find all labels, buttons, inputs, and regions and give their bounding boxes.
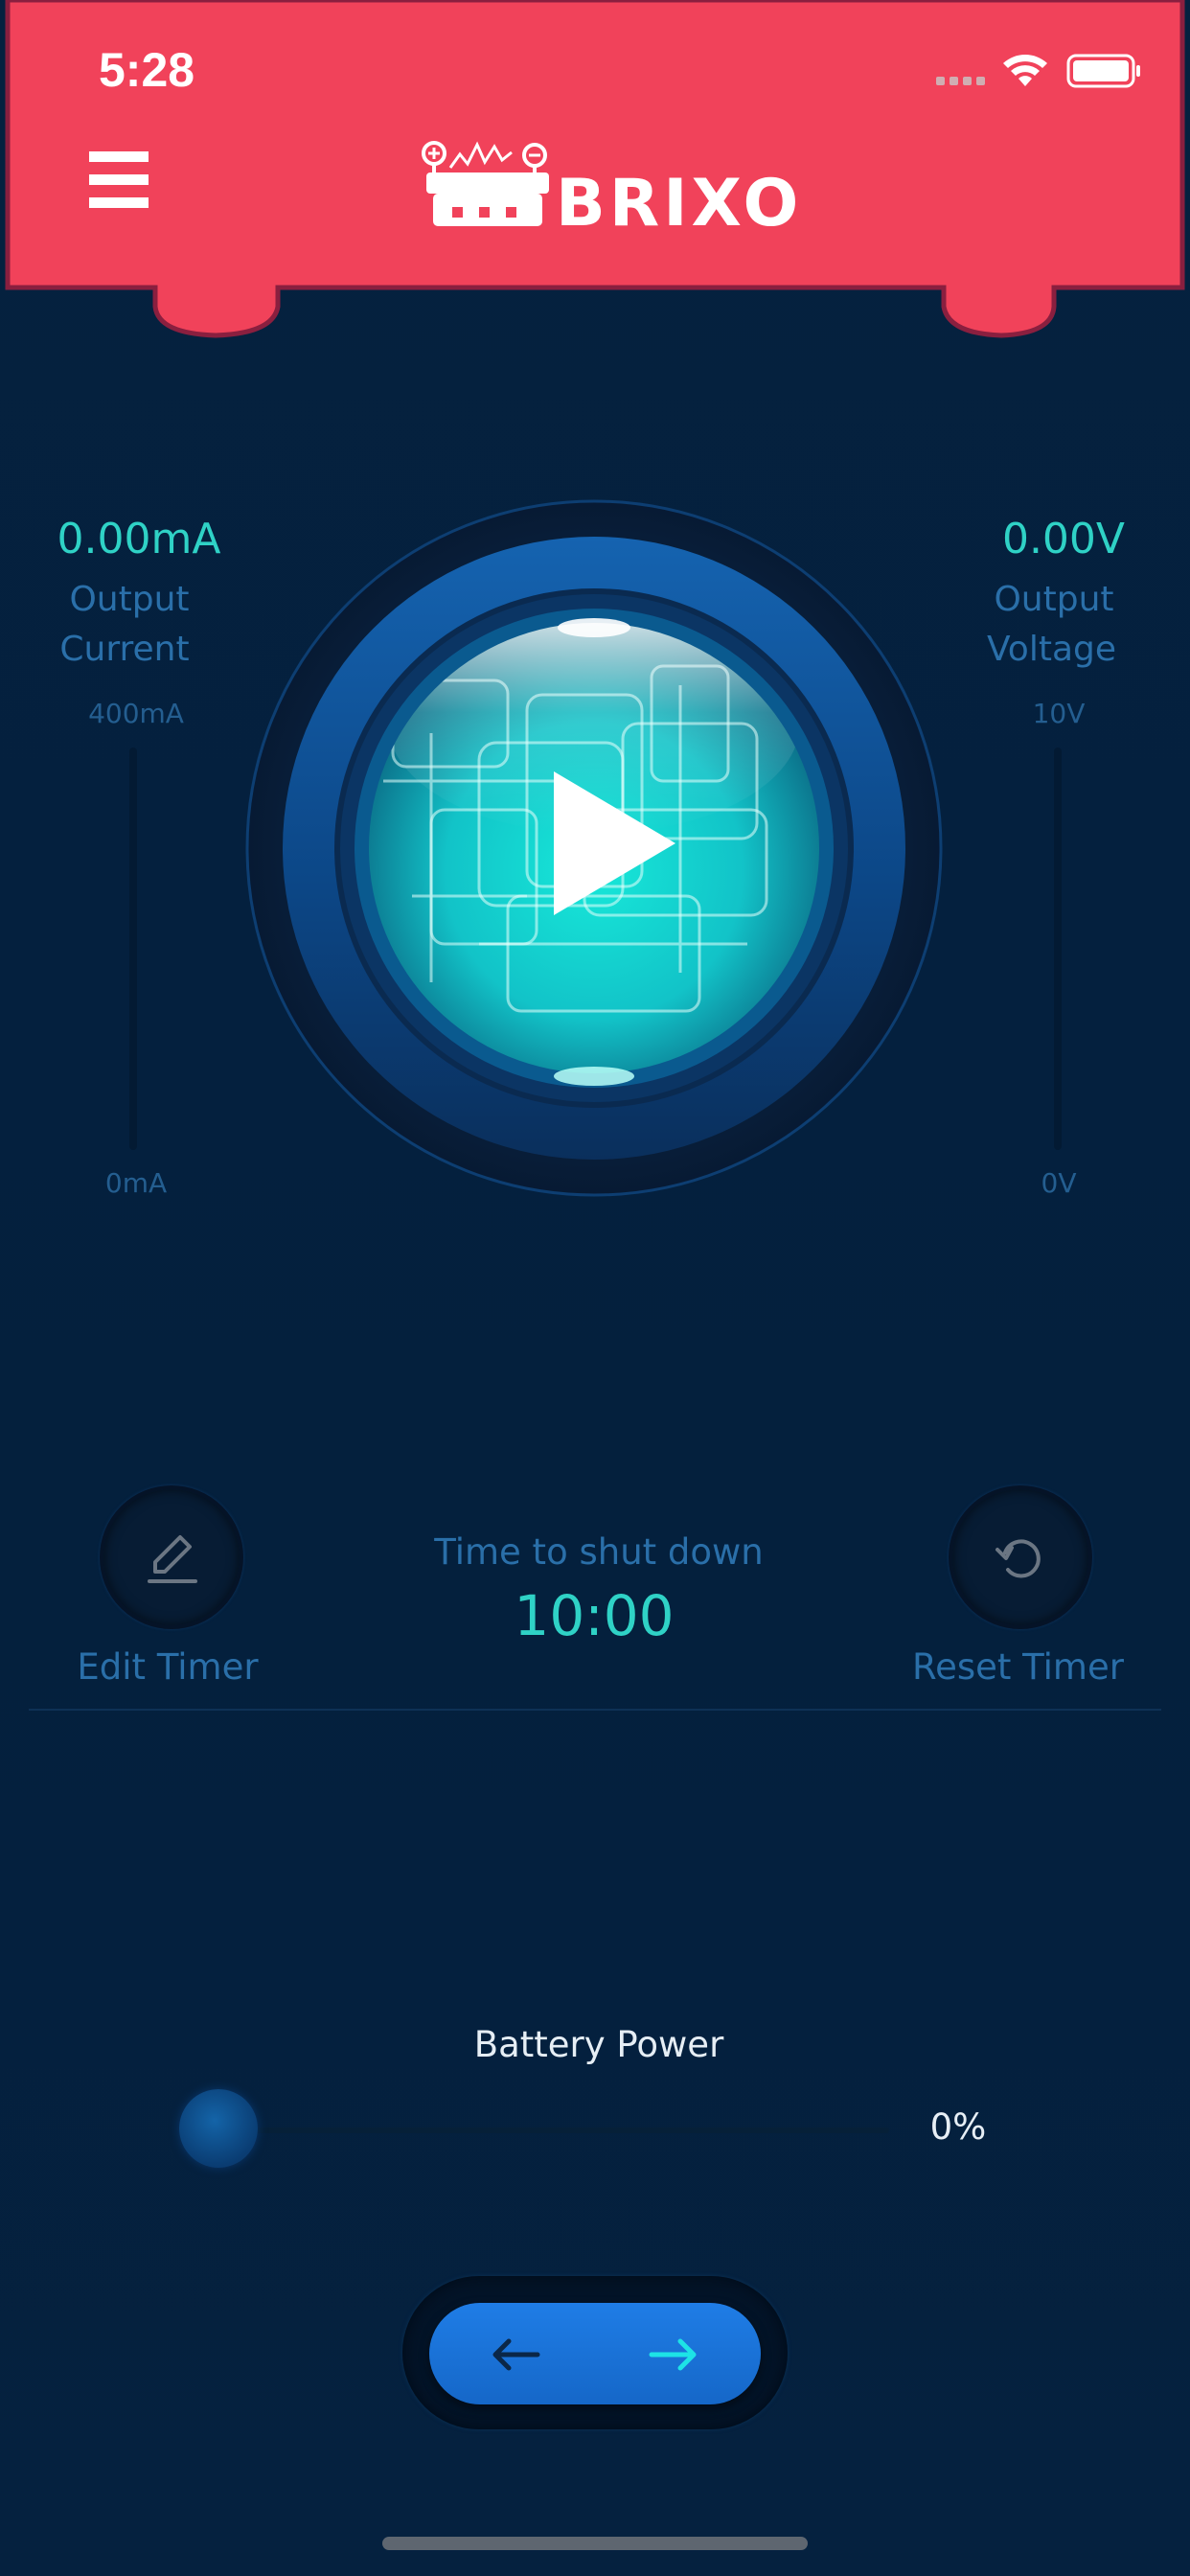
- battery-slider-track: [218, 2128, 889, 2133]
- current-label-line1: Output: [69, 580, 190, 619]
- voltage-label-line1: Output: [994, 580, 1114, 619]
- app-screen: 5:28 BRIXO 0.00mA Output Current 400mA 0…: [0, 0, 1190, 2576]
- current-meter-track: [129, 748, 137, 1150]
- arrow-left-icon[interactable]: [482, 2326, 549, 2383]
- battery-icon: [1066, 54, 1140, 88]
- status-time: 5:28: [99, 43, 195, 97]
- reset-icon: [995, 1539, 1041, 1578]
- current-label-line2: Current: [59, 630, 190, 669]
- reset-timer-label[interactable]: Reset Timer: [910, 1646, 1126, 1688]
- arrow-right-icon[interactable]: [640, 2326, 707, 2383]
- voltage-min-label: 0V: [1041, 1167, 1077, 1199]
- voltage-max-label: 10V: [1032, 698, 1086, 729]
- voltage-meter-track: [1054, 748, 1062, 1150]
- section-divider: [29, 1709, 1161, 1711]
- status-icons: [936, 54, 1140, 88]
- battery-percent: 0%: [929, 2106, 987, 2148]
- battery-slider-knob[interactable]: [179, 2089, 258, 2168]
- current-max-label: 400mA: [88, 698, 184, 729]
- hamburger-menu-icon[interactable]: [89, 151, 149, 211]
- reset-timer-button[interactable]: [949, 1485, 1092, 1629]
- play-button[interactable]: [240, 494, 949, 1203]
- current-value: 0.00mA: [57, 515, 221, 564]
- timer-caption: Time to shut down: [434, 1531, 764, 1573]
- nav-pill: [429, 2303, 761, 2404]
- wifi-icon: [1003, 55, 1047, 86]
- voltage-label-line2: Voltage: [986, 630, 1117, 669]
- cellular-signal-icon: [936, 77, 985, 85]
- voltage-value: 0.00V: [1001, 515, 1126, 564]
- pencil-icon: [148, 1535, 197, 1583]
- timer-value: 10:00: [514, 1583, 675, 1648]
- current-min-label: 0mA: [104, 1167, 168, 1199]
- battery-power-label: Battery Power: [473, 2024, 724, 2065]
- brand-name: BRIXO: [556, 166, 803, 242]
- edit-timer-label[interactable]: Edit Timer: [67, 1646, 268, 1688]
- home-indicator[interactable]: [382, 2537, 808, 2550]
- edit-timer-button[interactable]: [100, 1485, 243, 1629]
